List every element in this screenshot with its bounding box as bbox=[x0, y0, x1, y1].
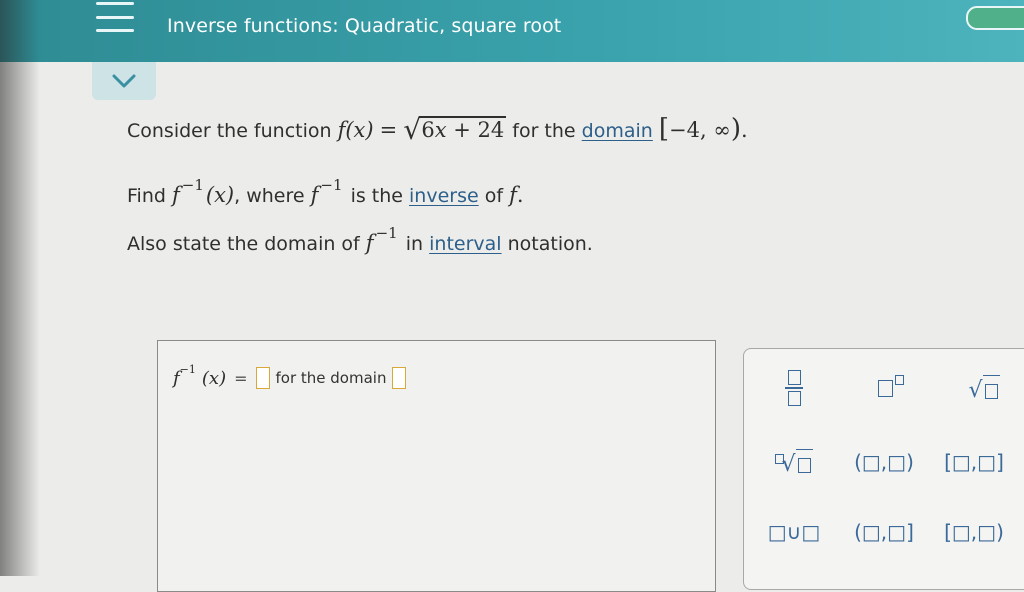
chevron-down-icon bbox=[112, 74, 136, 88]
inverse-superscript: −1 bbox=[375, 224, 398, 242]
domain-answer-input[interactable] bbox=[392, 367, 407, 389]
inverse-answer-input[interactable] bbox=[255, 367, 270, 389]
period: . bbox=[516, 183, 524, 207]
menu-icon[interactable] bbox=[96, 0, 134, 32]
nth-root-key[interactable]: √ bbox=[762, 445, 826, 479]
inverse-f: f bbox=[310, 183, 319, 207]
question-text: Consider the function bbox=[127, 120, 332, 142]
interval-link[interactable]: interval bbox=[429, 233, 501, 255]
inverse-f: f bbox=[365, 231, 374, 255]
closed-open-interval-key[interactable]: [□,□) bbox=[942, 515, 1006, 549]
inverse-f: f bbox=[171, 183, 180, 207]
function-name: f(x) bbox=[337, 118, 374, 142]
interval-close-bracket: ) bbox=[730, 114, 742, 144]
question-text: of bbox=[484, 185, 504, 207]
question-text: , where bbox=[234, 185, 305, 207]
sqrt-expression: √ 6x + 24 bbox=[403, 113, 507, 146]
answer-f: f bbox=[173, 367, 180, 389]
union-key[interactable]: □∪□ bbox=[762, 515, 826, 549]
sqrt-key[interactable]: √ bbox=[952, 371, 1016, 405]
question-line-2: Find f −1(x), where f −1 is the inverse of… bbox=[127, 176, 524, 207]
inverse-superscript: −1 bbox=[320, 176, 343, 194]
radicand-coefficient: 6 bbox=[421, 118, 435, 142]
domain-link[interactable]: domain bbox=[582, 120, 653, 142]
equals-sign: = bbox=[379, 118, 398, 142]
question-text: notation. bbox=[507, 233, 593, 255]
interval-open-bracket: [ bbox=[658, 114, 670, 144]
open-closed-interval-key[interactable]: (□,□] bbox=[852, 515, 916, 549]
answer-arg: (x) bbox=[201, 367, 227, 389]
question-text: in bbox=[405, 233, 424, 255]
answer-equals: = bbox=[234, 368, 248, 388]
interval-value: −4, ∞ bbox=[669, 118, 731, 142]
math-keypad: √ √ (□,□) [□,□] □∪□ (□,□] [□,□) bbox=[743, 348, 1024, 590]
question-text: is the bbox=[350, 185, 403, 207]
inverse-arg: (x) bbox=[205, 183, 235, 207]
f-symbol: f bbox=[509, 183, 517, 207]
top-bar: Inverse functions: Quadratic, square roo… bbox=[0, 0, 1024, 62]
answer-area: f −1 (x) = for the domain bbox=[157, 340, 716, 592]
radicand-constant: + 24 bbox=[453, 118, 505, 142]
exponent-key[interactable] bbox=[859, 371, 923, 405]
answer-superscript: −1 bbox=[179, 362, 196, 376]
fraction-key[interactable] bbox=[762, 370, 826, 406]
page-title: Inverse functions: Quadratic, square roo… bbox=[167, 15, 562, 37]
answer-line: f −1 (x) = for the domain bbox=[173, 363, 412, 389]
inverse-link[interactable]: inverse bbox=[409, 185, 479, 207]
question-line-1: Consider the function f(x) = √ 6x + 24 fo… bbox=[127, 113, 748, 146]
question-text: for the bbox=[512, 120, 576, 142]
period: . bbox=[741, 118, 748, 142]
radicand-variable: x bbox=[434, 118, 447, 142]
question-line-3: Also state the domain of f −1 in interval… bbox=[127, 224, 593, 255]
closed-interval-key[interactable]: [□,□] bbox=[942, 445, 1006, 479]
collapse-button[interactable] bbox=[92, 62, 156, 100]
domain-label: for the domain bbox=[275, 369, 387, 387]
open-interval-key[interactable]: (□,□) bbox=[852, 445, 916, 479]
left-edge-shadow bbox=[0, 0, 40, 576]
question-text: Find bbox=[127, 185, 166, 207]
inverse-superscript: −1 bbox=[181, 176, 204, 194]
progress-pill bbox=[966, 6, 1024, 30]
question-text: Also state the domain of bbox=[127, 233, 360, 255]
